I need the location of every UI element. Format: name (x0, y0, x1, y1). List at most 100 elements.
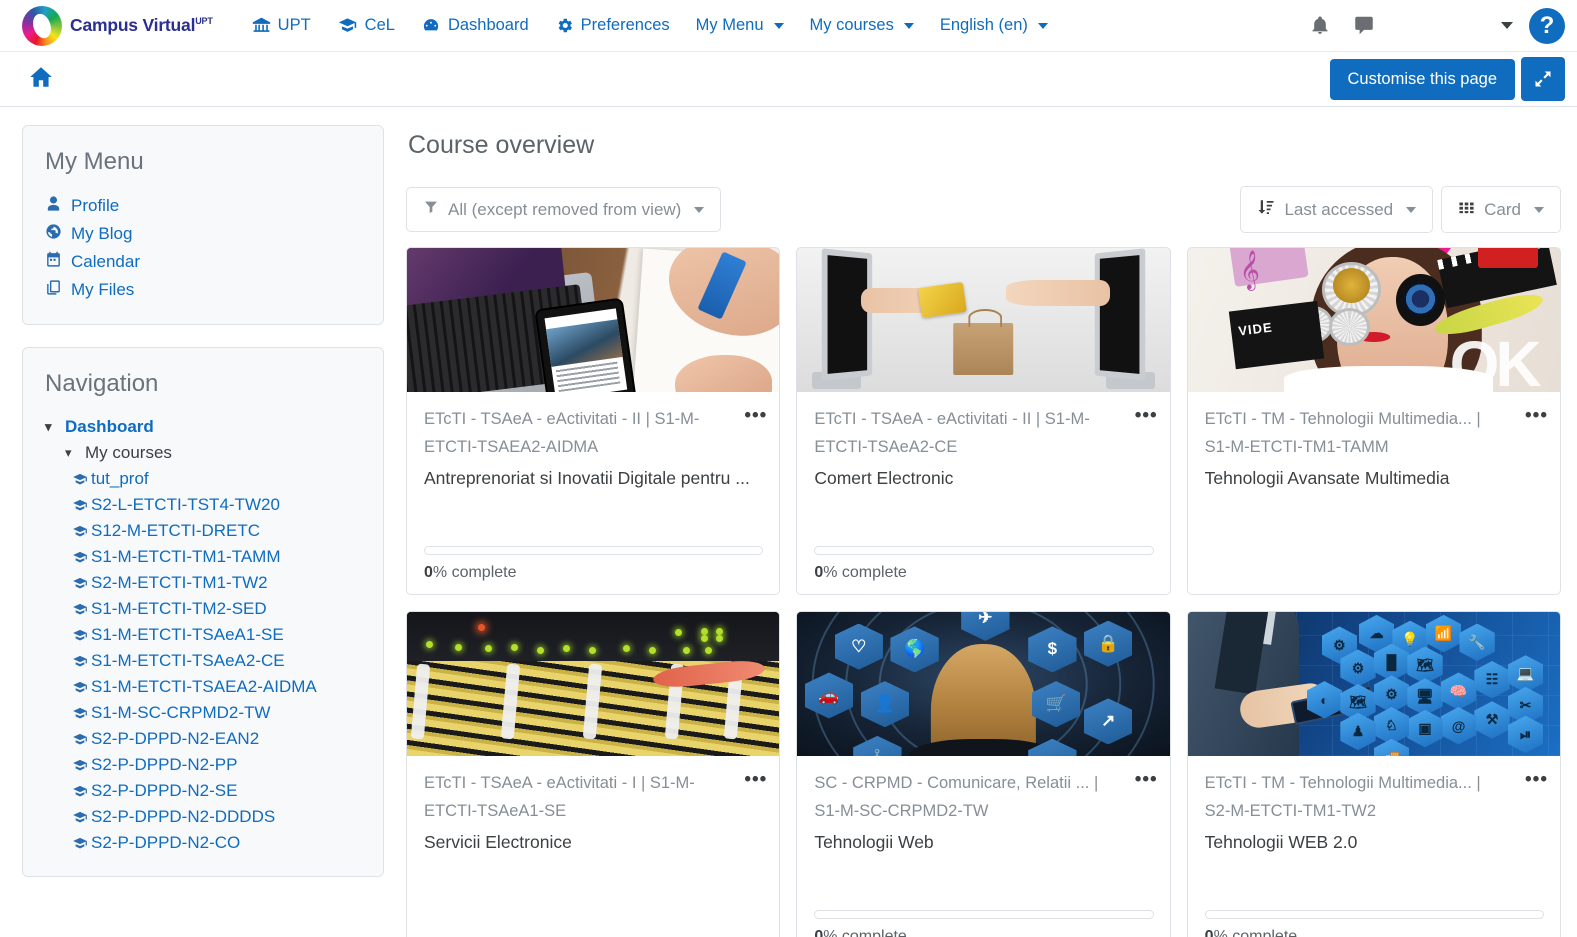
course-card-menu-button[interactable]: ••• (1135, 770, 1158, 789)
ecommerce-monitors-photo (797, 248, 1169, 392)
brand-logo-link[interactable]: Campus VirtualUPT (22, 6, 213, 46)
user-menu-button[interactable] (1501, 22, 1513, 29)
brand-sup-label: UPT (195, 16, 212, 26)
nav-tree-dashboard[interactable]: ▾ Dashboard (45, 414, 361, 440)
nav-tree-course[interactable]: S1-M-ETCTI-TM2-SED (45, 596, 361, 622)
sidebar-label-my-blog: My Blog (71, 224, 132, 244)
sort-dropdown[interactable]: Last accessed (1240, 186, 1433, 233)
nav-tree-course[interactable]: S2-L-ETCTI-TST4-TW20 (45, 492, 361, 518)
graduation-cap-icon (71, 706, 89, 721)
filter-icon (423, 199, 439, 220)
sidebar-item-calendar[interactable]: Calendar (45, 248, 361, 276)
course-card[interactable]: ••• ETcTI - TSAeA - eActivitati - II | S… (796, 247, 1170, 595)
page-body: My Menu Profile My Blog (0, 107, 1577, 937)
graduation-cap-icon (71, 576, 89, 591)
nav-tree-course-label: S12-M-ETCTI-DRETC (91, 521, 260, 541)
graduation-cap-icon (71, 732, 89, 747)
sidebar-item-my-blog[interactable]: My Blog (45, 220, 361, 248)
progress-bar (814, 910, 1153, 919)
graduation-cap-icon (71, 680, 89, 695)
expand-icon[interactable] (1521, 57, 1565, 101)
nav-tree-course[interactable]: S1-M-ETCTI-TSAEA2-AIDMA (45, 674, 361, 700)
progress-value: 0 (1205, 928, 1214, 937)
view-mode-dropdown[interactable]: Card (1441, 186, 1561, 233)
nav-tree-course[interactable]: S1-M-ETCTI-TSAeA1-SE (45, 622, 361, 648)
course-card-menu-button[interactable]: ••• (744, 406, 767, 425)
nav-tree-course-label: S2-P-DPPD-N2-PP (91, 755, 237, 775)
nav-tree-course-label: S1-M-ETCTI-TSAEA2-AIDMA (91, 677, 317, 697)
my-menu-block: My Menu Profile My Blog (22, 125, 384, 325)
globe-icon (45, 223, 62, 245)
nav-label-language: English (en) (940, 16, 1028, 35)
message-icon[interactable] (1347, 9, 1381, 43)
progress-suffix: % complete (1214, 928, 1298, 937)
nav-item-my-courses[interactable]: My courses (797, 10, 927, 41)
network-cables-photo (407, 612, 779, 756)
sidebar-label-profile: Profile (71, 196, 119, 216)
progress-value: 0 (814, 928, 823, 937)
nav-tree-course[interactable]: S2-P-DPPD-N2-EAN2 (45, 726, 361, 752)
sidebar-label-calendar: Calendar (71, 252, 140, 272)
sidebar-item-my-files[interactable]: My Files (45, 276, 361, 304)
home-icon[interactable] (28, 64, 54, 95)
nav-tree-label-dashboard: Dashboard (65, 417, 154, 437)
sort-icon (1257, 198, 1275, 221)
course-card[interactable]: ♡ 🌎 ✈ $ 🔒 🚗 👤 🛒 ↗ ⚓ ⌂ ••• (796, 611, 1170, 937)
nav-item-language[interactable]: English (en) (927, 10, 1061, 41)
nav-item-dashboard[interactable]: Dashboard (408, 10, 542, 41)
bell-icon[interactable] (1303, 9, 1337, 43)
progress-suffix: % complete (433, 564, 517, 581)
navbar-links: UPT CeL Dashboard Preferences My Menu My… (239, 10, 1061, 41)
nav-tree-course[interactable]: S2-P-DPPD-N2-CO (45, 830, 361, 856)
chevron-down-icon (694, 207, 704, 213)
chevron-down-icon[interactable]: ▾ (65, 445, 79, 461)
nav-tree-course[interactable]: S2-P-DPPD-N2-PP (45, 752, 361, 778)
chevron-down-icon (904, 23, 914, 29)
nav-tree-course[interactable]: S1-M-SC-CRPMD2-TW (45, 700, 361, 726)
sort-label: Last accessed (1284, 200, 1393, 220)
customise-this-page-button[interactable]: Customise this page (1330, 59, 1516, 100)
filter-dropdown[interactable]: All (except removed from view) (406, 187, 721, 232)
course-card[interactable]: ••• ETcTI - TSAeA - eActivitati - I | S1… (406, 611, 780, 937)
course-card-menu-button[interactable]: ••• (744, 770, 767, 789)
course-card-title: Antreprenoriat si Inovatii Digitale pent… (424, 464, 763, 492)
nav-tree-course[interactable]: tut_prof (45, 466, 361, 492)
course-card[interactable]: ⚙ ☁ 💡 📶 🔧 ⚙ █ 🗺 ◐ 🗺 ⚙ 🖥 🧠 ☷ (1187, 611, 1561, 937)
bank-icon (252, 16, 271, 35)
graduation-cap-icon (71, 628, 89, 643)
nav-item-preferences[interactable]: Preferences (542, 10, 683, 41)
course-card[interactable]: ••• ETcTI - TSAeA - eActivitati - II | S… (406, 247, 780, 595)
nav-tree-course-label: S2-L-ETCTI-TST4-TW20 (91, 495, 280, 515)
chevron-down-icon (1406, 207, 1416, 213)
nav-item-my-menu[interactable]: My Menu (683, 10, 797, 41)
nav-tree-course[interactable]: S1-M-ETCTI-TSAeA2-CE (45, 648, 361, 674)
man-tablet-hexagons-photo: ⚙ ☁ 💡 📶 🔧 ⚙ █ 🗺 ◐ 🗺 ⚙ 🖥 🧠 ☷ (1188, 612, 1560, 756)
chevron-down-icon[interactable]: ▾ (45, 419, 59, 435)
calendar-icon (45, 251, 62, 273)
chevron-down-icon (1038, 23, 1048, 29)
woman-hexagon-icons-photo: ♡ 🌎 ✈ $ 🔒 🚗 👤 🛒 ↗ ⚓ ⌂ (797, 612, 1169, 756)
nav-tree-course[interactable]: S12-M-ETCTI-DRETC (45, 518, 361, 544)
nav-item-cel[interactable]: CeL (324, 10, 408, 41)
nav-label-upt: UPT (278, 16, 311, 35)
course-card[interactable]: 𝄞 VIDE OK ••• ETcTI - TM - Tehnologii Mu… (1187, 247, 1561, 595)
help-button[interactable]: ? (1529, 8, 1565, 44)
navbar-right: ? (1303, 8, 1569, 44)
nav-tree-course-label: S2-M-ETCTI-TM1-TW2 (91, 573, 268, 593)
nav-tree-course[interactable]: S2-P-DPPD-N2-SE (45, 778, 361, 804)
gear-icon (555, 16, 574, 35)
course-card-subtitle: SC - CRPMD - Comunicare, Relatii ... | S… (814, 770, 1153, 825)
course-overview-controls: All (except removed from view) Last acce… (406, 186, 1561, 233)
course-card-menu-button[interactable]: ••• (1525, 406, 1548, 425)
course-card-menu-button[interactable]: ••• (1135, 406, 1158, 425)
nav-tree-course[interactable]: S2-M-ETCTI-TM1-TW2 (45, 570, 361, 596)
nav-tree-course[interactable]: S1-M-ETCTI-TM1-TAMM (45, 544, 361, 570)
graduation-cap-icon (71, 654, 89, 669)
course-card-menu-button[interactable]: ••• (1525, 770, 1548, 789)
graduation-cap-icon (71, 524, 89, 539)
sidebar-item-profile[interactable]: Profile (45, 192, 361, 220)
nav-item-upt[interactable]: UPT (239, 10, 324, 41)
nav-tree-my-courses[interactable]: ▾ My courses (45, 440, 361, 466)
graduation-cap-icon (71, 472, 89, 487)
nav-tree-course[interactable]: S2-P-DPPD-N2-DDDDS (45, 804, 361, 830)
